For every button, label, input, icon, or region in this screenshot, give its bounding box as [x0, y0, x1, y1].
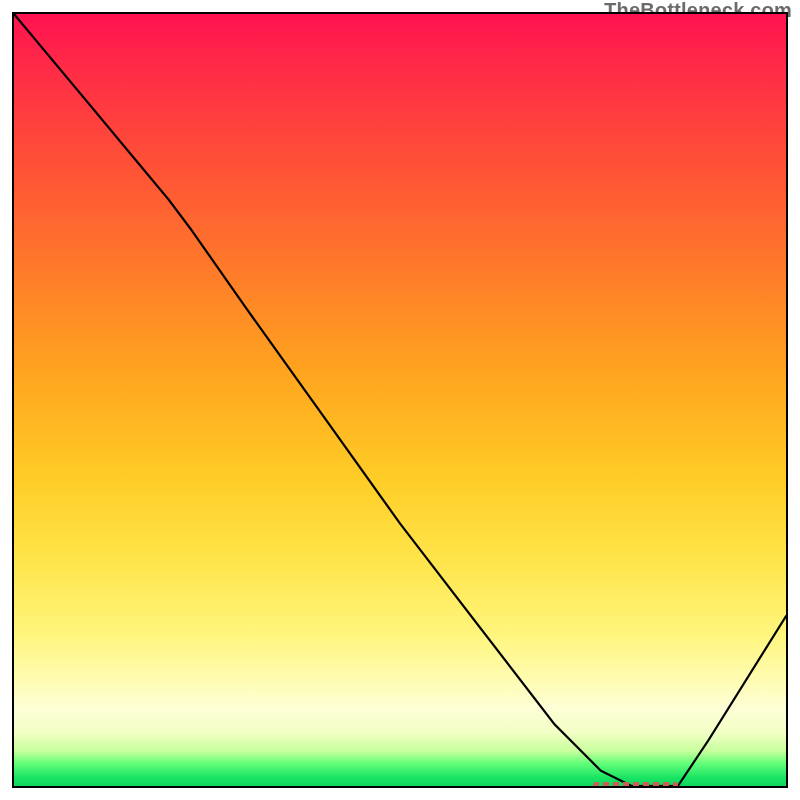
curve-line: [14, 14, 786, 786]
line-plot: [14, 14, 786, 786]
bottom-marker: [593, 782, 678, 788]
plot-area: [12, 12, 788, 788]
chart-frame: TheBottleneck.com: [0, 0, 800, 800]
